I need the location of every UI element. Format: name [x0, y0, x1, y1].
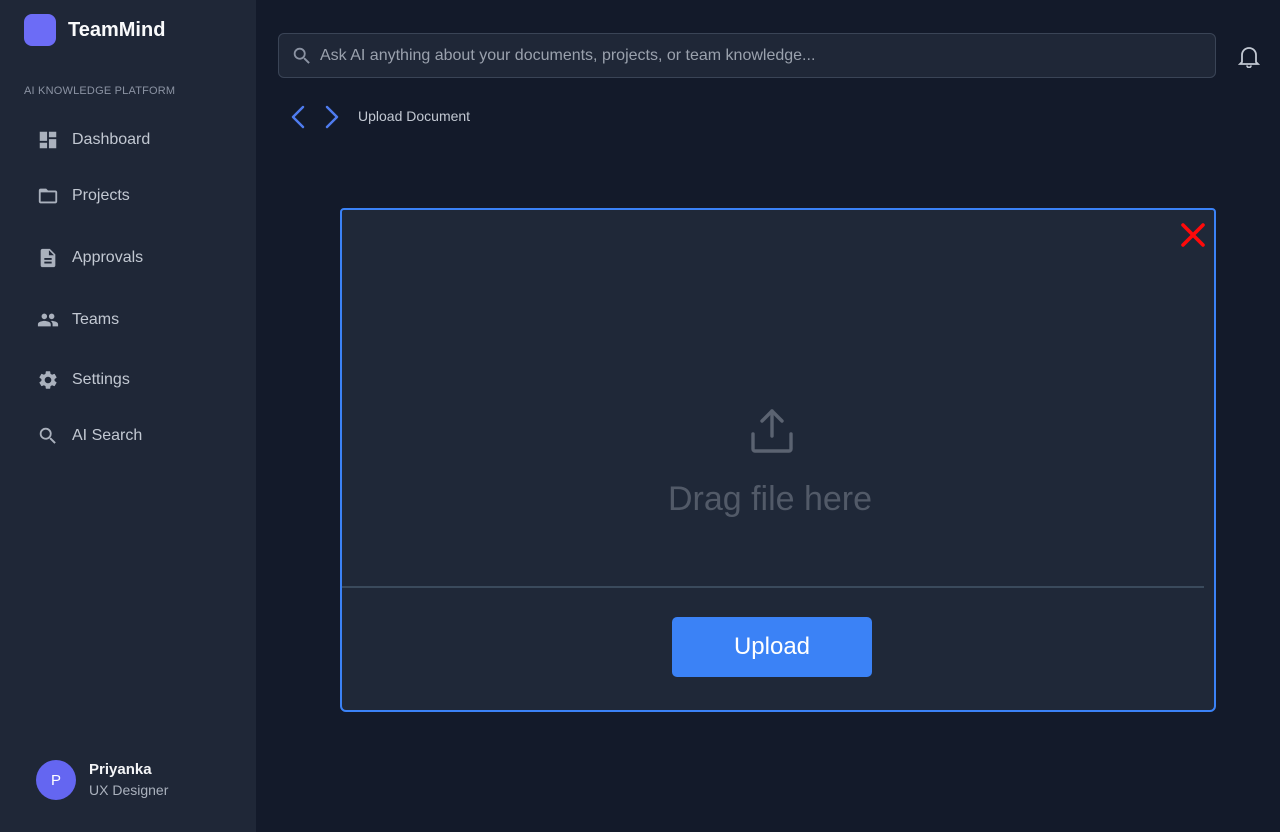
breadcrumb-current: Upload Document	[358, 108, 471, 124]
forward-arrow-icon[interactable]	[320, 104, 344, 130]
document-icon	[36, 246, 60, 270]
user-profile[interactable]: P Priyanka UX Designer	[36, 760, 168, 800]
search-icon	[36, 424, 60, 448]
sidebar-item-dashboard[interactable]: Dashboard	[24, 120, 232, 160]
drop-zone-text: Drag file here	[667, 480, 873, 518]
sidebar-item-label: Teams	[72, 311, 120, 328]
sidebar: TeamMind AI KNOWLEDGE PLATFORM Dashboard…	[0, 0, 256, 832]
gear-icon	[36, 368, 60, 392]
section-label: AI KNOWLEDGE PLATFORM	[24, 85, 176, 97]
sidebar-item-label: Dashboard	[72, 131, 151, 148]
dashboard-icon	[36, 128, 60, 152]
user-name: Priyanka	[89, 761, 152, 778]
avatar: P	[36, 760, 76, 800]
search-icon	[291, 45, 313, 67]
sidebar-item-projects[interactable]: Projects	[24, 176, 232, 216]
upload-modal: Drag file here Upload	[340, 208, 1216, 712]
sidebar-item-label: Settings	[72, 371, 130, 388]
close-icon[interactable]	[1180, 222, 1206, 248]
brand-logo	[24, 14, 56, 46]
sidebar-item-approvals[interactable]: Approvals	[24, 238, 232, 278]
sidebar-item-ai-search[interactable]: AI Search	[24, 416, 232, 456]
sidebar-item-label: AI Search	[72, 427, 143, 444]
upload-button[interactable]: Upload	[672, 617, 872, 677]
sidebar-item-settings[interactable]: Settings	[24, 360, 232, 400]
user-role: UX Designer	[89, 782, 169, 798]
user-info: Priyanka UX Designer	[89, 760, 168, 800]
sidebar-item-label: Projects	[72, 187, 130, 204]
sidebar-item-teams[interactable]: Teams	[24, 300, 232, 340]
upload-icon	[748, 406, 796, 456]
search-input[interactable]	[320, 46, 1215, 65]
sidebar-item-label: Approvals	[72, 249, 144, 266]
brand-name: TeamMind	[68, 18, 166, 41]
folder-icon	[36, 184, 60, 208]
file-drop-zone[interactable]: Drag file here	[342, 210, 1204, 588]
notification-bell-icon[interactable]	[1237, 44, 1261, 69]
people-icon	[36, 308, 60, 332]
back-arrow-icon[interactable]	[286, 104, 310, 130]
app-root: TeamMind AI KNOWLEDGE PLATFORM Dashboard…	[0, 0, 1280, 832]
search-bar[interactable]	[278, 33, 1216, 78]
brand[interactable]: TeamMind	[24, 14, 165, 46]
